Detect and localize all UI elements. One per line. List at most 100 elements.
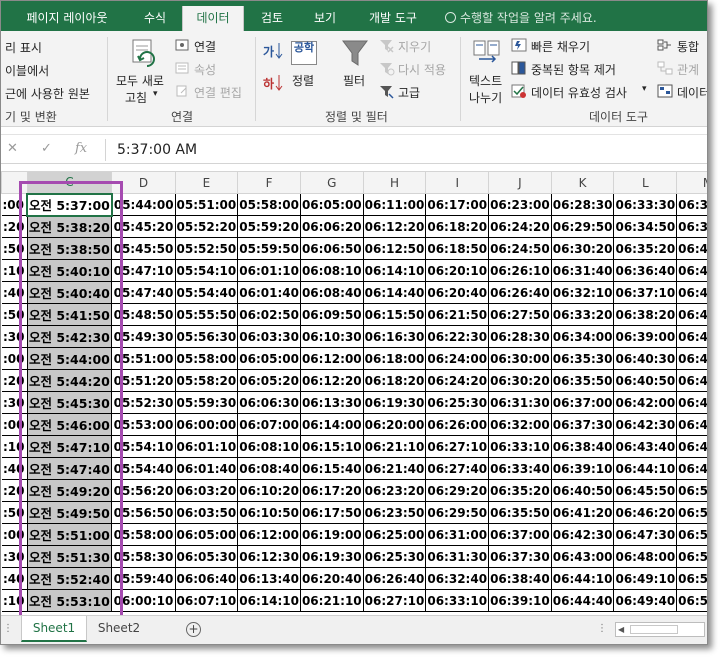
cell-l[interactable]: 06:38:20 xyxy=(613,303,678,326)
cell-k[interactable]: 06:43:00 xyxy=(550,545,615,568)
cell-f[interactable]: 06:05:20 xyxy=(237,369,301,392)
tell-me-search[interactable]: 수행할 작업을 알려 주세요. xyxy=(445,6,597,31)
cell-e[interactable]: 05:58:20 xyxy=(174,369,239,392)
cell-g[interactable]: 06:17:20 xyxy=(299,479,364,502)
cell-d[interactable]: 05:47:10 xyxy=(111,259,176,282)
cell-k[interactable]: 06:37:00 xyxy=(550,391,615,414)
cell-m[interactable]: 06:40:20 xyxy=(676,237,707,260)
cell-i[interactable]: 06:24:00 xyxy=(425,347,490,370)
cell-h[interactable]: 06:11:00 xyxy=(362,193,427,216)
cell-partial[interactable]: :10 xyxy=(1,259,28,282)
cell-partial[interactable]: :30 xyxy=(1,391,28,414)
data-validation-button[interactable]: 데이터 유효성 검사 xyxy=(531,84,627,101)
cell-f[interactable]: 05:59:50 xyxy=(237,237,301,260)
cell-partial[interactable]: :00 xyxy=(1,413,28,436)
cell-k[interactable]: 06:44:10 xyxy=(550,567,615,590)
cell-i[interactable]: 06:21:50 xyxy=(425,303,490,326)
column-header-h[interactable]: H xyxy=(362,171,427,194)
cell-l[interactable]: 06:44:10 xyxy=(613,457,678,480)
tab-page-layout[interactable]: 페이지 레이아웃 xyxy=(3,6,131,31)
cell-k[interactable]: 06:35:50 xyxy=(550,369,615,392)
cell-c[interactable]: 오전 5:47:10 xyxy=(26,435,113,458)
cell-i[interactable]: 06:31:00 xyxy=(425,523,490,546)
column-header-g[interactable]: G xyxy=(299,171,364,194)
scroll-left-icon[interactable]: ◀ xyxy=(618,625,624,634)
cell-g[interactable]: 06:09:50 xyxy=(299,303,364,326)
cell-g[interactable]: 06:10:30 xyxy=(299,325,364,348)
cell-j[interactable]: 06:30:00 xyxy=(488,347,552,370)
insert-function-icon[interactable]: fx xyxy=(75,141,87,156)
cell-i[interactable]: 06:26:00 xyxy=(425,413,490,436)
cell-i[interactable]: 06:17:00 xyxy=(425,193,490,216)
column-header-f[interactable]: F xyxy=(237,171,301,194)
cell-c[interactable]: 오전 5:44:00 xyxy=(26,347,113,370)
cell-e[interactable]: 06:03:50 xyxy=(174,501,239,524)
cell-c[interactable]: 오전 5:40:40 xyxy=(26,281,113,304)
from-table-button[interactable]: 이블에서 xyxy=(5,62,49,79)
sort-za-button[interactable]: 하 xyxy=(263,75,274,92)
cell-h[interactable]: 06:21:40 xyxy=(362,457,427,480)
cell-j[interactable]: 06:35:20 xyxy=(488,479,552,502)
cell-d[interactable]: 05:48:50 xyxy=(111,303,176,326)
cell-g[interactable]: 06:19:30 xyxy=(299,545,364,568)
column-header-e[interactable]: E xyxy=(174,171,239,194)
cell-h[interactable]: 06:18:00 xyxy=(362,347,427,370)
cell-m[interactable]: 06:51:20 xyxy=(676,501,707,524)
column-header-i[interactable]: I xyxy=(425,171,490,194)
cell-i[interactable]: 06:20:10 xyxy=(425,259,490,282)
cell-k[interactable]: 06:31:40 xyxy=(550,259,615,282)
sheet-tab-sheet1[interactable]: Sheet1 xyxy=(21,616,87,642)
tab-formulas[interactable]: 수식 xyxy=(131,6,179,31)
cell-d[interactable]: 05:51:00 xyxy=(111,347,176,370)
cell-e[interactable]: 05:54:10 xyxy=(174,259,239,282)
cell-l[interactable]: 06:49:10 xyxy=(613,567,678,590)
cell-i[interactable]: 06:20:40 xyxy=(425,281,490,304)
tab-data[interactable]: 데이터 xyxy=(182,6,244,31)
spreadsheet-grid[interactable]: CDEFGHIJKLM :00오전 5:37:0005:44:0005:51:0… xyxy=(1,171,707,615)
cell-c[interactable]: 오전 5:49:20 xyxy=(26,479,113,502)
cell-partial[interactable]: :20 xyxy=(1,479,28,502)
cell-d[interactable]: 05:58:30 xyxy=(111,545,176,568)
cell-l[interactable]: 06:33:30 xyxy=(613,193,678,216)
cell-e[interactable]: 06:03:20 xyxy=(174,479,239,502)
cell-k[interactable]: 06:42:30 xyxy=(550,523,615,546)
cell-m[interactable]: 06:45:30 xyxy=(676,347,707,370)
cell-m[interactable]: 06:45:50 xyxy=(676,369,707,392)
cell-h[interactable]: 06:27:10 xyxy=(362,589,427,612)
cell-c[interactable]: 오전 5:38:50 xyxy=(26,237,113,260)
cell-m[interactable]: 06:50:50 xyxy=(676,479,707,502)
cell-c[interactable]: 오전 5:38:20 xyxy=(26,215,113,238)
cell-g[interactable]: 06:08:10 xyxy=(299,259,364,282)
cell-i[interactable]: 06:18:50 xyxy=(425,237,490,260)
cell-c[interactable]: 오전 5:52:40 xyxy=(26,567,113,590)
horizontal-scrollbar[interactable]: ◀ xyxy=(615,622,705,637)
cell-m[interactable]: 06:54:40 xyxy=(676,589,707,612)
cell-partial[interactable]: :40 xyxy=(1,281,28,304)
cell-g[interactable]: 06:21:10 xyxy=(299,589,364,612)
cell-m[interactable]: 06:42:10 xyxy=(676,281,707,304)
cell-i[interactable]: 06:29:20 xyxy=(425,479,490,502)
cell-partial[interactable]: :00 xyxy=(1,347,28,370)
cell-e[interactable]: 05:56:30 xyxy=(174,325,239,348)
refresh-all-label-1[interactable]: 모두 새로 xyxy=(116,72,164,89)
cell-h[interactable]: 06:14:10 xyxy=(362,259,427,282)
cell-f[interactable]: 06:07:00 xyxy=(237,413,301,436)
cell-d[interactable]: 05:53:00 xyxy=(111,413,176,436)
cell-l[interactable]: 06:48:00 xyxy=(613,545,678,568)
text-to-columns-label-1[interactable]: 텍스트 xyxy=(469,72,502,89)
cell-j[interactable]: 06:24:50 xyxy=(488,237,552,260)
cell-partial[interactable]: :50 xyxy=(1,237,28,260)
cell-c[interactable]: 오전 5:42:30 xyxy=(26,325,113,348)
cell-l[interactable]: 06:40:30 xyxy=(613,347,678,370)
cell-g[interactable]: 06:06:20 xyxy=(299,215,364,238)
cell-k[interactable]: 06:38:40 xyxy=(550,435,615,458)
cell-i[interactable]: 06:24:20 xyxy=(425,369,490,392)
cell-j[interactable]: 06:33:40 xyxy=(488,457,552,480)
cell-partial[interactable]: :10 xyxy=(1,589,28,612)
cell-g[interactable]: 06:15:10 xyxy=(299,435,364,458)
cell-h[interactable]: 06:18:20 xyxy=(362,369,427,392)
cell-j[interactable]: 06:23:00 xyxy=(488,193,552,216)
cell-l[interactable]: 06:42:00 xyxy=(613,391,678,414)
cell-k[interactable]: 06:32:10 xyxy=(550,281,615,304)
data-model-button[interactable]: 데이터 xyxy=(677,84,707,101)
